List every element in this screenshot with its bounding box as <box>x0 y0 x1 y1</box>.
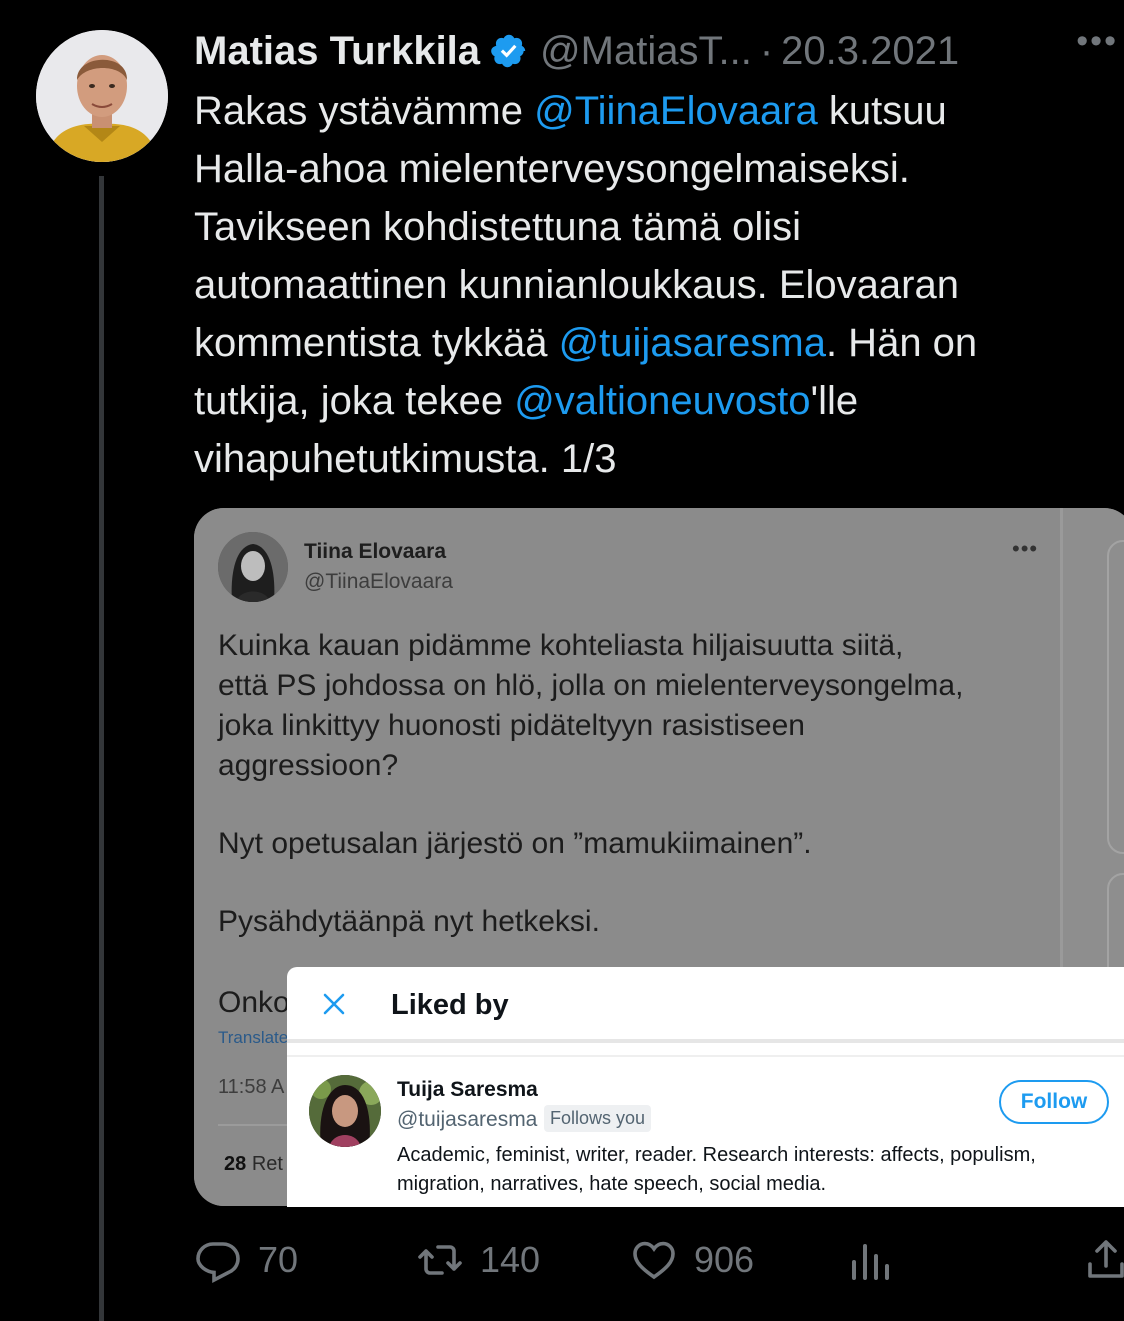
tweet-text-segment: kutsuu <box>817 89 947 133</box>
more-options-icon[interactable]: ••• <box>1076 22 1118 61</box>
tweet-text-line: Tavikseen kohdistettuna tämä olisi <box>194 198 1094 256</box>
tweet-date[interactable]: 20.3.2021 <box>781 26 959 76</box>
embedded-text-line: joka linkittyy huonosti pidäteltyyn rasi… <box>218 709 805 742</box>
tweet-text: Rakas ystävämme @TiinaElovaara kutsuu Hal… <box>194 82 1094 488</box>
follow-button: Follow <box>999 1080 1109 1124</box>
author-handle[interactable]: @MatiasT... <box>540 26 752 76</box>
embedded-author-name: Tiina Elovaara <box>304 540 447 563</box>
liker-bio-line: migration, narratives, hate speech, soci… <box>397 1173 827 1195</box>
heart-icon <box>633 1241 675 1280</box>
author-avatar[interactable] <box>36 30 168 162</box>
like-button[interactable]: 906 <box>630 1232 754 1288</box>
reply-count: 70 <box>258 1239 299 1280</box>
embedded-partial-line: Onko <box>218 986 290 1019</box>
tweet-text-line: vihapuhetutkimusta. 1/3 <box>194 430 1094 488</box>
liker-name: Tuija Saresma <box>397 1078 538 1101</box>
tweet-text-segment: 'lle <box>810 379 859 423</box>
tweet-text-segment: Halla-ahoa mielenterveysongelmaiseksi. <box>194 147 910 191</box>
verified-badge-icon <box>491 34 526 68</box>
side-card <box>1107 540 1124 854</box>
embedded-text-line: Kuinka kauan pidämme kohteliasta hiljais… <box>218 629 904 662</box>
tweet-text-line: tutkija, joka tekee @valtioneuvosto'lle <box>194 372 1094 430</box>
mention-link[interactable]: @TiinaElovaara <box>534 89 818 133</box>
tweet-action-bar: 70 140 906 <box>194 1232 1124 1292</box>
dialog-divider <box>287 1055 1124 1057</box>
liker-handle: @tuijasaresma <box>397 1108 538 1131</box>
liker-bio: Academic, feminist, writer, reader. Rese… <box>397 1141 1097 1199</box>
embedded-text-line: Nyt opetusalan järjestö on ”mamukiimaine… <box>218 827 812 860</box>
retweet-button[interactable]: 140 <box>416 1232 540 1288</box>
analytics-icon <box>852 1244 889 1280</box>
tweet-text-segment: Tavikseen kohdistettuna tämä olisi <box>194 205 801 249</box>
embedded-more-icon: ••• <box>1012 536 1039 561</box>
tweet-text-line: Halla-ahoa mielenterveysongelmaiseksi. <box>194 140 1094 198</box>
reply-icon <box>196 1242 240 1283</box>
embedded-tweet-text: Kuinka kauan pidämme kohteliasta hiljais… <box>218 626 1048 942</box>
share-icon <box>1088 1240 1124 1278</box>
embedded-timestamp: 11:58 A <box>218 1076 285 1098</box>
embedded-avatar <box>218 532 288 602</box>
mention-link[interactable]: @valtioneuvosto <box>514 379 810 423</box>
views-button[interactable] <box>846 1232 910 1288</box>
embedded-retweets-label: Ret <box>251 1153 283 1175</box>
liker-avatar <box>309 1075 381 1147</box>
liked-by-title: Liked by <box>391 989 509 1021</box>
share-button[interactable] <box>1082 1232 1124 1288</box>
like-count: 906 <box>694 1239 755 1280</box>
reply-button[interactable]: 70 <box>194 1232 298 1288</box>
author-name[interactable]: Matias Turkkila <box>194 26 480 76</box>
liker-bio-line: Academic, feminist, writer, reader. Rese… <box>397 1144 1036 1166</box>
embedded-author-handle: @TiinaElovaara <box>304 570 453 593</box>
close-icon <box>323 993 345 1015</box>
tweet-text-line: automaattinen kunnianloukkaus. Elovaaran <box>194 256 1094 314</box>
retweet-count: 140 <box>480 1239 541 1280</box>
tweet-text-segment: Rakas ystävämme <box>194 89 535 133</box>
retweet-icon <box>418 1245 462 1275</box>
thread-line <box>99 176 104 1321</box>
tweet-text-segment: tutkija, joka tekee <box>194 379 515 423</box>
tweet-text-segment: automaattinen kunnianloukkaus. Elovaaran <box>194 263 959 307</box>
tweet-header: Matias Turkkila @MatiasT... · 20.3.2021 <box>194 26 1124 76</box>
mention-link[interactable]: @tuijasaresma <box>559 321 826 365</box>
embedded-translate-link: Translate <box>218 1028 289 1047</box>
tweet-text-line: kommentista tykkää @tuijasaresma. Hän on <box>194 314 1094 372</box>
tweet-text-line: Rakas ystävämme @TiinaElovaara kutsuu <box>194 82 1094 140</box>
embedded-text-line: että PS johdossa on hlö, jolla on mielen… <box>218 669 964 702</box>
tweet-text-segment: . Hän on <box>825 321 978 365</box>
embedded-retweets-count: 28 <box>224 1153 247 1175</box>
tweet-text-segment: kommentista tykkää <box>194 321 559 365</box>
separator-dot: · <box>759 29 774 73</box>
liked-by-dialog: Liked by Tuija Saresma @tuijasaresma Fol… <box>287 967 1124 1207</box>
tweet-text-segment: vihapuhetutkimusta. 1/3 <box>194 437 617 481</box>
embedded-retweets: 28 Ret <box>224 1153 283 1176</box>
dialog-divider <box>287 1039 1124 1043</box>
follows-you-badge: Follows you <box>544 1105 652 1132</box>
embedded-text-line: Pysähdytäänpä nyt hetkeksi. <box>218 905 600 938</box>
embedded-text-line: aggressioon? <box>218 749 399 782</box>
